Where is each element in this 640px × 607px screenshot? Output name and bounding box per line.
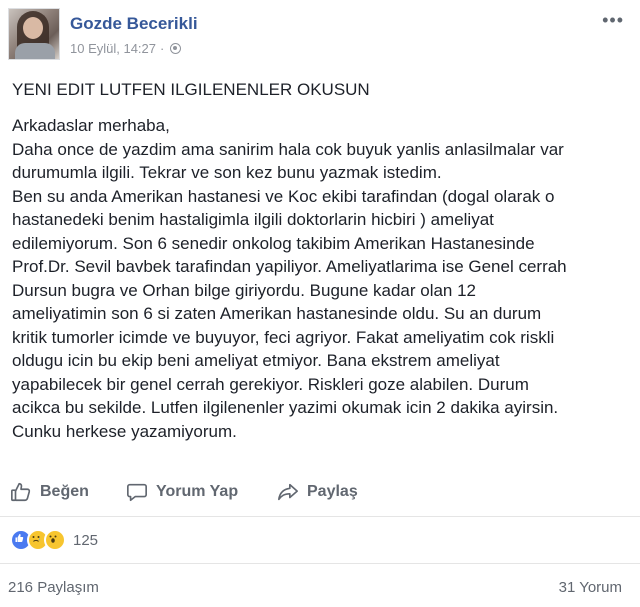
post-headline: YENI EDIT LUTFEN ILGILENENLER OKUSUN — [12, 80, 370, 99]
more-options-icon[interactable]: ••• — [602, 10, 624, 31]
post-line: Arkadaslar merhaba, — [12, 116, 170, 135]
share-arrow-icon — [278, 483, 298, 501]
post-line: Daha once de yazdim ama sanirim hala cok… — [12, 139, 564, 159]
post-line: kritik tumorler icimde ve buyuyor, feci … — [12, 327, 555, 347]
post-line: durumumla ilgili. Tekrar ve son kez bunu… — [12, 163, 442, 182]
comment-button[interactable]: Yorum Yap — [126, 476, 238, 508]
post-line: yapabilecek bir genel cerrah gerekiyor. … — [12, 374, 529, 394]
divider — [0, 563, 640, 564]
share-label: Paylaş — [307, 483, 358, 500]
post-line: hastanedeki benim hastaligimla ilgili do… — [12, 210, 494, 229]
share-button[interactable]: Paylaş — [277, 476, 358, 508]
reactions-summary[interactable]: 125 — [10, 529, 98, 551]
post-line: oldugu icin bu ekip beni ameliyat etmiyo… — [12, 351, 500, 370]
post-line: Prof.Dr. Sevil bavbek tarafindan yapiliy… — [12, 257, 567, 276]
post-line: Dursun bugra ve Orhan bilge giriyordu. B… — [12, 280, 477, 300]
author-avatar[interactable] — [8, 8, 60, 60]
comment-label: Yorum Yap — [156, 483, 239, 500]
post-line: Cunku herkese yazamiyorum. — [12, 421, 237, 441]
post-line: Ben su anda Amerikan hastanesi ve Koc ek… — [12, 186, 555, 206]
author-name[interactable]: Gozde Becerikli — [70, 14, 198, 34]
divider — [0, 516, 640, 517]
wow-reaction-icon — [44, 529, 66, 551]
post-text: Arkadaslar merhaba, Daha once de yazdim … — [12, 114, 632, 443]
like-button[interactable]: Beğen — [10, 476, 89, 508]
post-meta: 10 Eylül, 14:27 · — [70, 41, 182, 56]
post-card: Gozde Becerikli 10 Eylül, 14:27 · ••• YE… — [0, 0, 640, 607]
reaction-count[interactable]: 125 — [73, 532, 98, 549]
post-line: ameliyatimin son 6 si zaten Amerikan has… — [12, 304, 542, 323]
speech-bubble-icon — [127, 483, 147, 502]
thumbs-up-icon — [11, 482, 31, 502]
share-count[interactable]: 216 Paylaşım — [8, 579, 99, 596]
post-date[interactable]: 10 Eylül, 14:27 — [70, 41, 156, 56]
meta-separator: · — [160, 41, 165, 56]
like-label: Beğen — [40, 483, 89, 500]
globe-icon[interactable] — [170, 43, 182, 54]
action-bar: Beğen Yorum Yap Paylaş — [0, 476, 640, 508]
post-line: acikca bu sekilde. Lutfen ilgilenenler y… — [12, 398, 559, 417]
post-line: edilemiyorum. Son 6 senedir onkolog taki… — [12, 233, 535, 253]
comment-count[interactable]: 31 Yorum — [559, 579, 622, 596]
